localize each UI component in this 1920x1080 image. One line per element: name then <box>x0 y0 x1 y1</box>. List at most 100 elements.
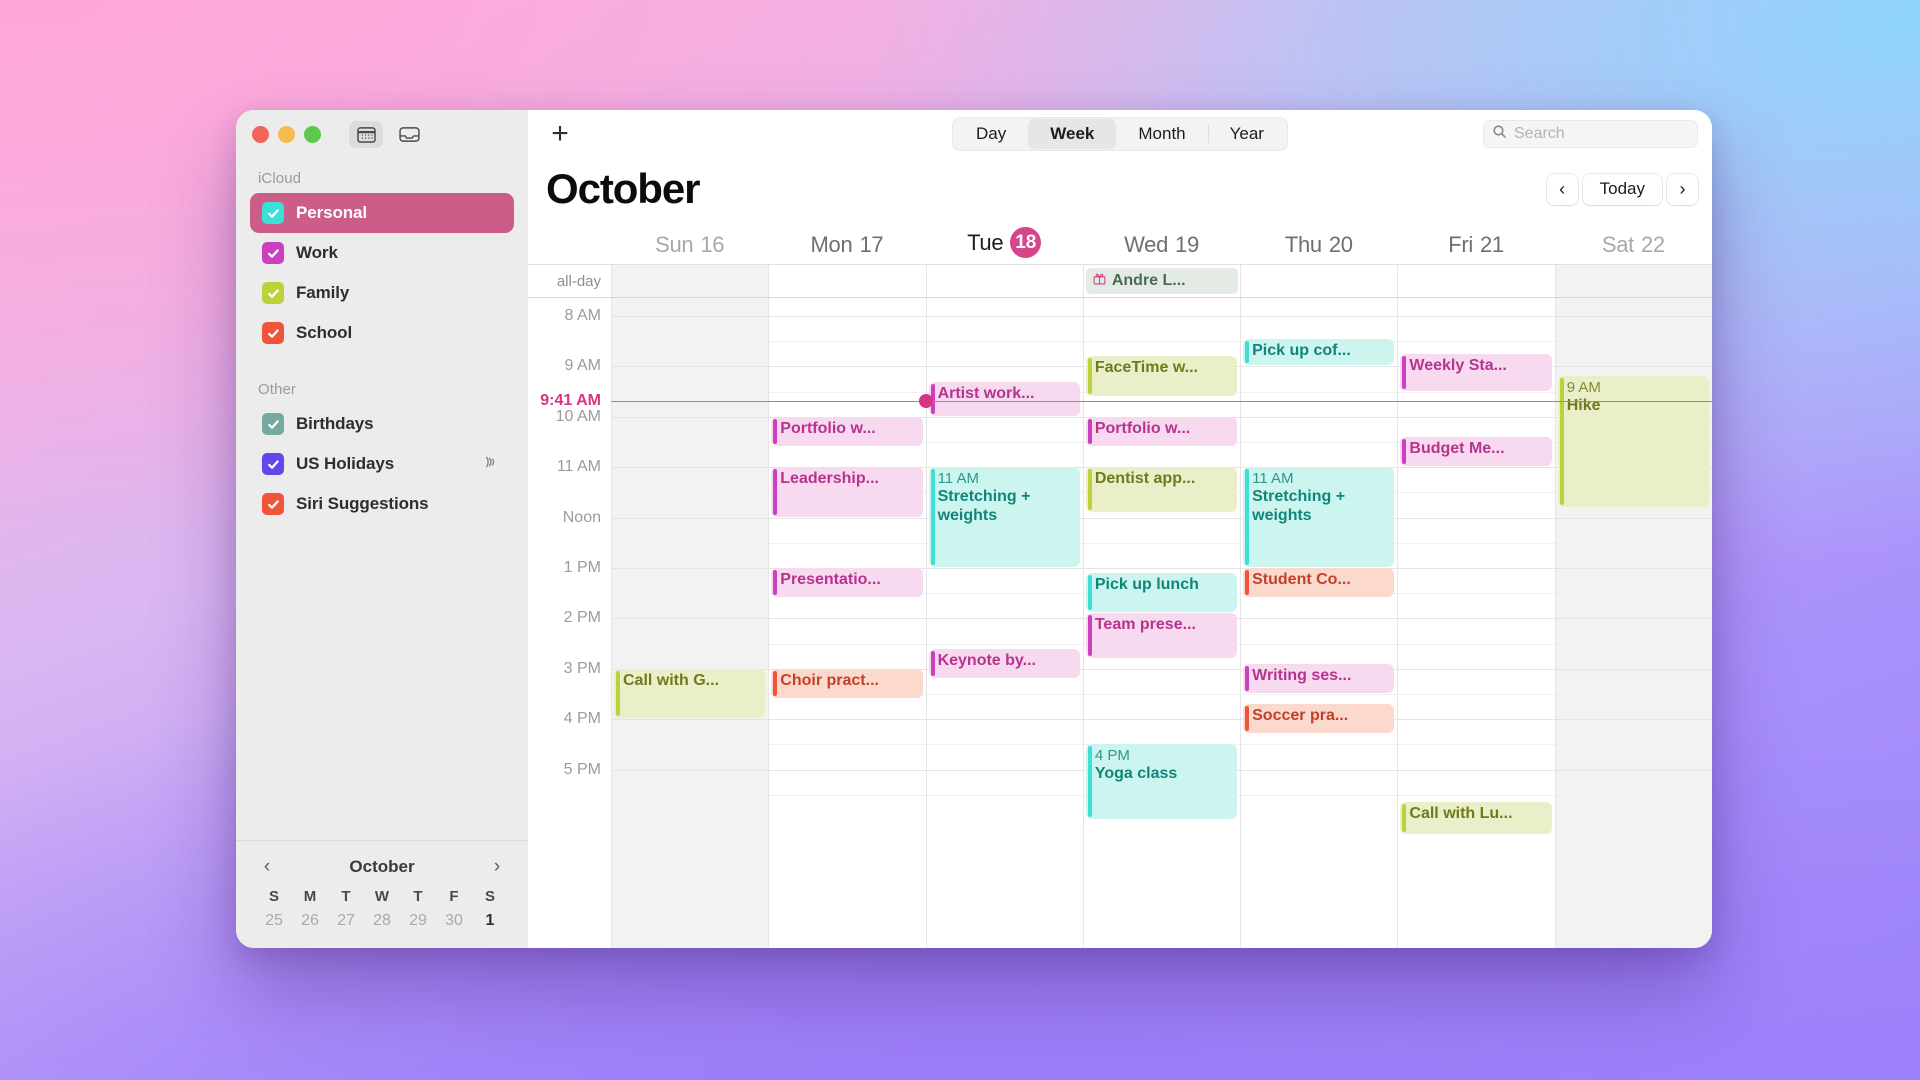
calendar-event[interactable]: Team prese... <box>1085 613 1238 658</box>
event-title: Stretching + weights <box>1252 487 1346 524</box>
hour-gridline <box>1241 366 1398 368</box>
day-column-mon[interactable]: Portfolio w... Leadership... Presentatio..… <box>768 298 926 948</box>
half-hour-gridline <box>612 391 769 393</box>
zoom-button[interactable] <box>304 125 321 143</box>
tab-day[interactable]: Day <box>954 119 1028 149</box>
calendar-event[interactable]: 11 AM Stretching + weights <box>928 467 1080 567</box>
checkbox-birthdays[interactable] <box>262 413 284 435</box>
mini-next-month-button[interactable]: › <box>486 856 508 878</box>
hour-gridline <box>1398 316 1555 317</box>
checkbox-school[interactable] <box>262 322 284 344</box>
mini-day[interactable]: 27 <box>328 908 364 934</box>
sidebar-item-work[interactable]: Work <box>250 233 514 273</box>
calendar-event[interactable]: Pick up lunch <box>1085 573 1238 613</box>
day-column-sun[interactable]: Call with G... <box>611 298 769 948</box>
calendar-event[interactable]: Presentatio... <box>771 568 923 598</box>
hour-gridline <box>612 769 769 771</box>
calendar-event[interactable]: 11 AM Stretching + weights <box>1243 467 1395 567</box>
calendar-event[interactable]: 4 PM Yoga class <box>1085 744 1238 819</box>
day-column-wed[interactable]: FaceTime w... Portfolio w... Dentist app..… <box>1082 298 1241 948</box>
mini-day[interactable]: 26 <box>292 908 328 934</box>
mini-day[interactable]: 25 <box>256 908 292 934</box>
day-header-sun[interactable]: Sun 16 <box>611 232 768 264</box>
day-header-name: Mon <box>810 232 853 257</box>
checkbox-siri-suggestions[interactable] <box>262 493 284 515</box>
all-day-cell-tue[interactable] <box>925 265 1083 297</box>
day-header-name: Sat <box>1601 232 1634 257</box>
day-column-sat[interactable]: 9 AM Hike <box>1554 298 1712 948</box>
day-header-thu[interactable]: Thu 20 <box>1240 232 1397 264</box>
calendar-event[interactable]: Choir pract... <box>771 668 923 699</box>
hour-gridline <box>1555 316 1712 317</box>
previous-week-button[interactable]: ‹ <box>1546 173 1578 205</box>
day-column-tue[interactable]: Artist work... 11 AM Stretching + weights K… <box>925 298 1083 948</box>
mini-prev-month-button[interactable]: ‹ <box>256 856 278 878</box>
sidebar-item-siri-suggestions[interactable]: Siri Suggestions <box>250 484 514 524</box>
next-week-button[interactable]: › <box>1667 173 1698 205</box>
sidebar-item-us-holidays[interactable]: US Holidays <box>250 444 514 484</box>
calendar-event[interactable]: 9 AM Hike <box>1557 376 1709 507</box>
mini-day[interactable]: 1 <box>472 908 508 934</box>
day-header-num: 16 <box>700 232 725 257</box>
mini-day[interactable]: 28 <box>364 908 400 934</box>
mini-dow: M <box>303 888 317 905</box>
calendar-event[interactable]: Budget Me... <box>1400 436 1552 467</box>
all-day-cell-sat[interactable] <box>1554 265 1712 297</box>
calendar-view-icon[interactable] <box>349 120 383 148</box>
add-event-button[interactable]: + <box>542 119 578 149</box>
minimize-button[interactable] <box>278 125 295 143</box>
hour-label: 9 AM <box>564 357 601 375</box>
calendar-event[interactable]: Artist work... <box>928 381 1080 416</box>
sidebar-group-title: Other <box>258 381 297 398</box>
all-day-event-birthday[interactable]: Andre L... <box>1085 268 1239 294</box>
checkbox-work[interactable] <box>262 242 284 264</box>
sidebar-item-family[interactable]: Family <box>250 273 514 313</box>
calendar-event[interactable]: Pick up cof... <box>1243 338 1395 366</box>
day-header-mon[interactable]: Mon 17 <box>768 232 925 264</box>
sidebar-item-school[interactable]: School <box>250 313 514 353</box>
checkbox-us-holidays[interactable] <box>262 453 284 475</box>
mini-day[interactable]: 29 <box>400 908 436 934</box>
calendar-event[interactable]: FaceTime w... <box>1085 356 1238 396</box>
calendar-event[interactable]: Student Co... <box>1243 568 1395 598</box>
all-day-cell-wed[interactable]: Andre L... <box>1082 265 1240 297</box>
event-color-bar <box>773 570 778 596</box>
checkbox-personal[interactable] <box>262 202 284 224</box>
all-day-cell-thu[interactable] <box>1240 265 1397 297</box>
day-header-wed[interactable]: Wed 19 <box>1083 232 1240 264</box>
calendar-event[interactable]: Call with Lu... <box>1400 802 1552 835</box>
calendar-event[interactable]: Portfolio w... <box>771 416 923 447</box>
sidebar-item-birthdays[interactable]: Birthdays <box>250 404 514 444</box>
calendar-event[interactable]: Dentist app... <box>1085 467 1238 512</box>
checkbox-family[interactable] <box>262 282 284 304</box>
calendar-event[interactable]: Weekly Sta... <box>1400 353 1552 391</box>
day-column-fri[interactable]: Weekly Sta... Budget Me... Call with Lu... <box>1397 298 1555 948</box>
calendar-event[interactable]: Portfolio w... <box>1085 416 1238 447</box>
calendar-event[interactable]: Writing ses... <box>1243 663 1395 693</box>
half-hour-gridline <box>926 794 1083 796</box>
day-header-fri[interactable]: Fri 21 <box>1397 232 1554 264</box>
tab-year[interactable]: Year <box>1207 119 1286 149</box>
search-input[interactable]: Search <box>1483 120 1698 148</box>
calendar-event[interactable]: Call with G... <box>614 668 766 719</box>
tab-week[interactable]: Week <box>1028 119 1117 149</box>
all-day-cell-mon[interactable] <box>768 265 925 297</box>
day-header-sat[interactable]: Sat 22 <box>1555 232 1712 264</box>
half-hour-gridline <box>1398 794 1555 796</box>
tab-month[interactable]: Month <box>1116 119 1207 149</box>
half-hour-gridline <box>1083 542 1241 544</box>
calendar-event[interactable]: Keynote by... <box>928 648 1080 678</box>
calendar-event[interactable]: Leadership... <box>771 467 923 517</box>
sidebar-item-personal[interactable]: Personal <box>250 193 514 233</box>
inbox-icon[interactable] <box>392 121 426 148</box>
close-button[interactable] <box>252 125 269 143</box>
all-day-cell-fri[interactable] <box>1397 265 1554 297</box>
mini-day[interactable]: 30 <box>436 908 472 934</box>
calendar-event[interactable]: Soccer pra... <box>1243 704 1395 734</box>
hour-label: 10 AM <box>555 407 601 425</box>
today-button[interactable]: Today <box>1582 173 1662 205</box>
event-title: Writing ses... <box>1252 666 1352 684</box>
day-header-tue[interactable]: Tue 18 <box>926 227 1083 264</box>
day-column-thu[interactable]: Pick up cof... 11 AM Stretching + weights S… <box>1240 298 1398 948</box>
all-day-cell-sun[interactable] <box>611 265 769 297</box>
